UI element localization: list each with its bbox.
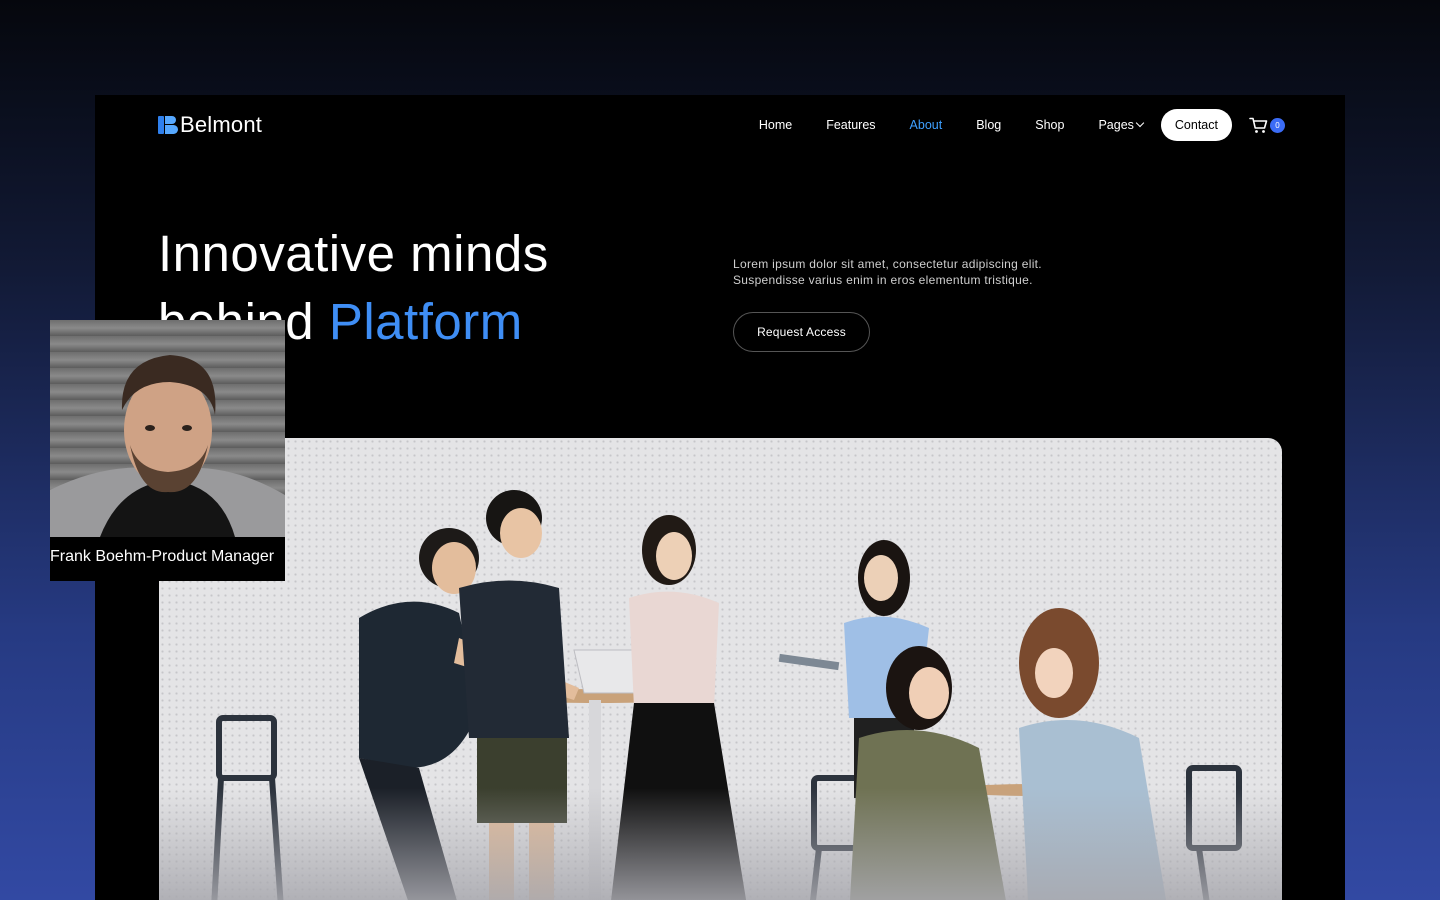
- nav-link-features[interactable]: Features: [826, 118, 875, 132]
- hero-description-line2: Suspendisse varius enim in eros elementu…: [733, 273, 1033, 287]
- cart-icon: [1249, 117, 1268, 133]
- hero-description: Lorem ipsum dolor sit amet, consectetur …: [733, 256, 1113, 288]
- belmont-logo-icon: [158, 115, 178, 135]
- chevron-down-icon: [1135, 118, 1145, 128]
- brand-name: Belmont: [180, 112, 263, 137]
- hero-description-line1: Lorem ipsum dolor sit amet, consectetur …: [733, 257, 1042, 271]
- team-photo: [159, 438, 1282, 900]
- cart-count-badge: 0: [1270, 117, 1285, 133]
- profile-card: Frank Boehm-Product Manager: [50, 320, 285, 581]
- nav-link-blog[interactable]: Blog: [976, 118, 1001, 132]
- navbar: Belmont Home Features About Blog Shop Pa…: [158, 107, 1285, 143]
- profile-photo: [50, 320, 285, 537]
- nav-dropdown-pages[interactable]: Pages: [1098, 118, 1145, 132]
- request-access-button[interactable]: Request Access: [733, 312, 870, 352]
- cart-button[interactable]: 0: [1249, 117, 1285, 134]
- nav-menu: Home Features About Blog Shop Pages Cont…: [725, 109, 1285, 141]
- contact-button[interactable]: Contact: [1160, 109, 1232, 141]
- nav-link-shop[interactable]: Shop: [1035, 118, 1064, 132]
- nav-link-about[interactable]: About: [910, 118, 943, 132]
- profile-portrait: [50, 355, 285, 537]
- pages-label: Pages: [1098, 118, 1134, 132]
- profile-caption: Frank Boehm-Product Manager: [50, 548, 275, 565]
- hero-title-line1: Innovative minds: [158, 225, 549, 282]
- nav-link-home[interactable]: Home: [759, 118, 792, 132]
- brand-logo[interactable]: Belmont: [158, 112, 262, 138]
- hero-title-accent: Platform: [328, 293, 523, 350]
